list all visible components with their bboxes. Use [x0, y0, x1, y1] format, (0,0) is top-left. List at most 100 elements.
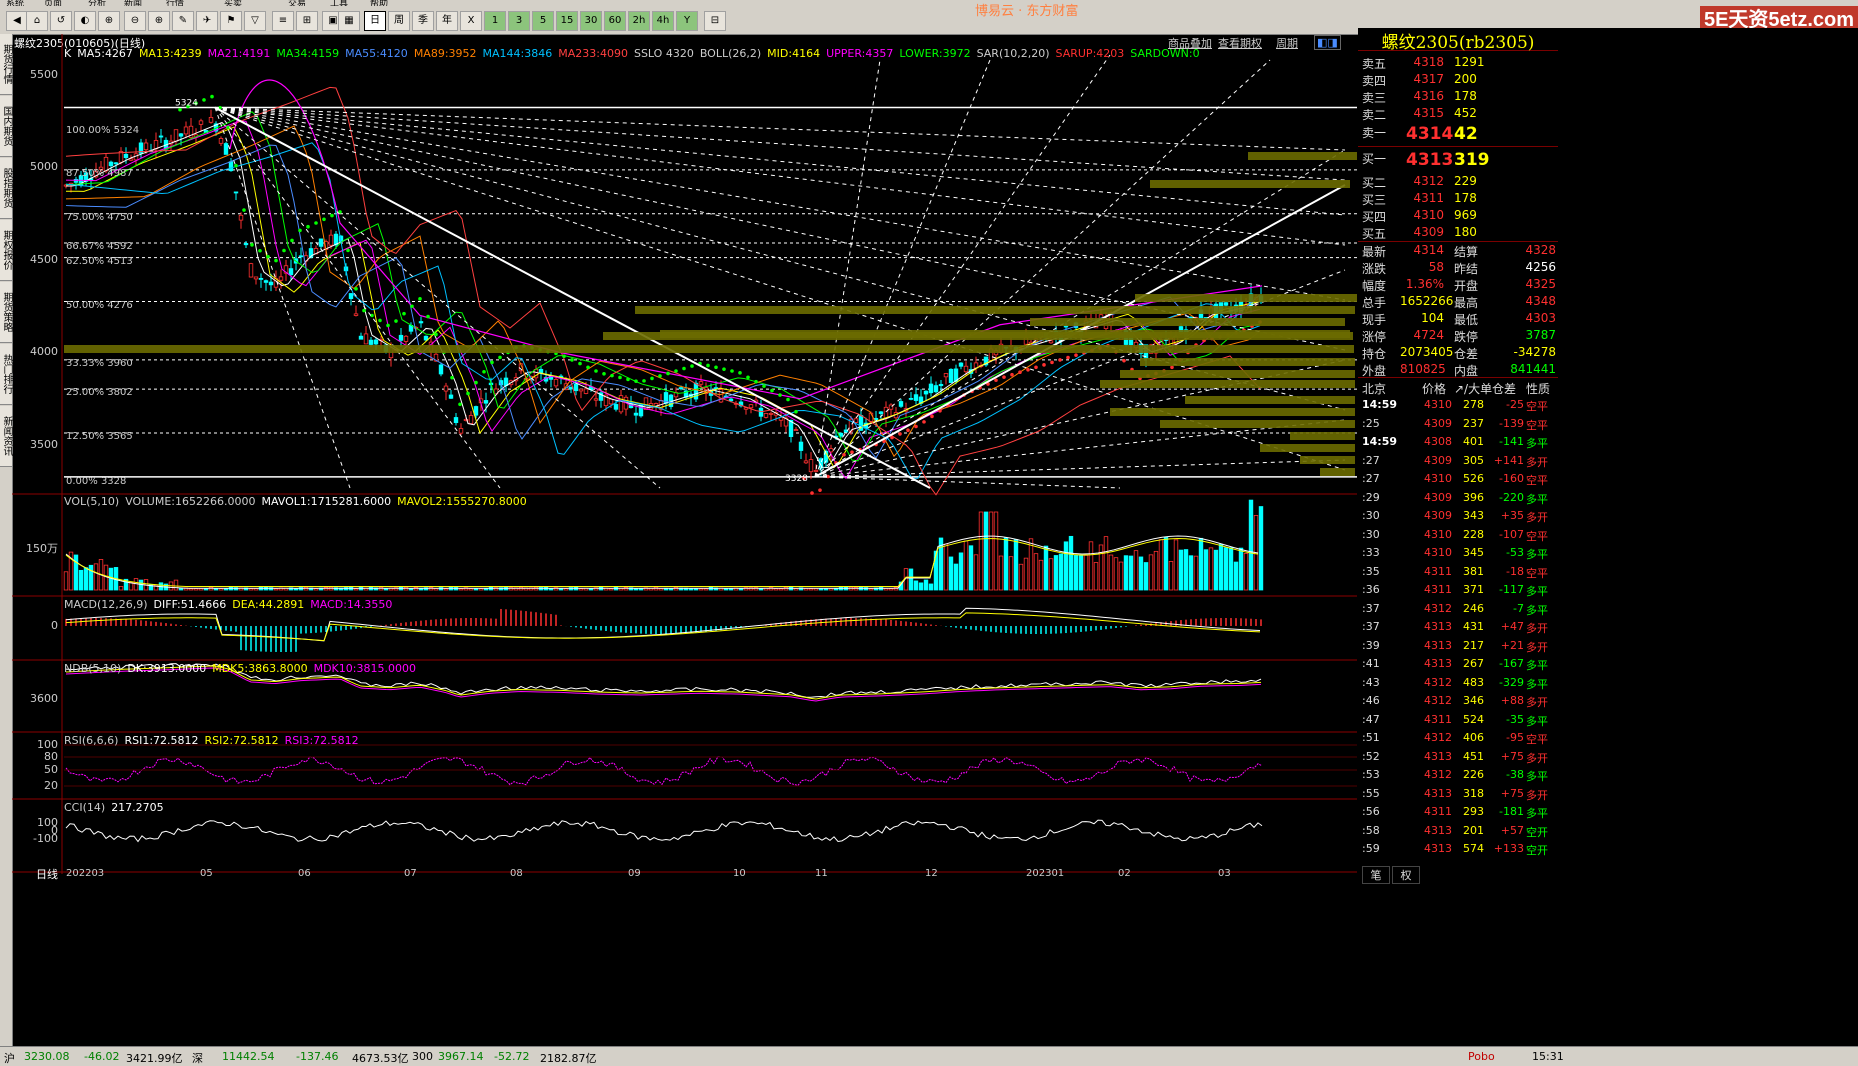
cci-axis-label: -100 — [33, 832, 58, 845]
candle-body — [183, 126, 189, 135]
ask-row[interactable]: 卖一 4314 42 — [1362, 124, 1556, 144]
left-tab-1[interactable]: 国内期货 — [0, 96, 12, 157]
sar-dot — [786, 397, 790, 402]
tab-rights[interactable]: 权 — [1392, 866, 1420, 884]
fib-level-label: 87.50% 4987 — [66, 168, 133, 179]
tab-ticks[interactable]: 笔 — [1362, 866, 1390, 884]
tick-row[interactable]: 14:59 4308 401 -141 多平 — [1362, 435, 1558, 453]
tick-row[interactable]: :37 4313 431 +47 多开 — [1362, 620, 1558, 638]
toolbar-btn-2[interactable]: ↺ — [50, 11, 72, 31]
candle-body — [423, 335, 429, 341]
toolbar-btn-27[interactable]: 4h — [652, 11, 674, 31]
tick-row[interactable]: :27 4310 526 -160 空平 — [1362, 472, 1558, 490]
stat-value: 3787 — [1525, 328, 1556, 342]
tick-row[interactable]: :51 4312 406 -95 空平 — [1362, 731, 1558, 749]
tick-row[interactable]: 14:59 4310 278 -25 空平 — [1362, 398, 1558, 416]
bid-row[interactable]: 买三 4311 178 — [1362, 191, 1556, 208]
toolbar-btn-10[interactable]: ▽ — [244, 11, 266, 31]
tick-row[interactable]: :46 4312 346 +88 多开 — [1362, 694, 1558, 712]
tick-row[interactable]: :47 4311 524 -35 多平 — [1362, 713, 1558, 731]
toolbar-btn-6[interactable]: ⊕ — [148, 11, 170, 31]
tick-row[interactable]: :53 4312 226 -38 多平 — [1362, 768, 1558, 786]
toolbar-btn-3[interactable]: ◐ — [74, 11, 96, 31]
status-item: 3967.14 — [438, 1050, 484, 1063]
tick-oi-change: -53 — [1506, 546, 1524, 559]
volume-bar — [1193, 555, 1199, 591]
toolbar-btn-19[interactable]: Ⅹ — [460, 11, 482, 31]
tick-row[interactable]: :30 4310 228 -107 空平 — [1362, 528, 1558, 546]
tick-row[interactable]: :35 4311 381 -18 空平 — [1362, 565, 1558, 583]
volume-bar — [1003, 537, 1009, 591]
toolbar-btn-20[interactable]: 1 — [484, 11, 506, 31]
candle-body — [348, 293, 354, 299]
toolbar-btn-8[interactable]: ✈ — [196, 11, 218, 31]
toolbar-btn-25[interactable]: 60 — [604, 11, 626, 31]
tick-row[interactable]: :27 4309 305 +141 多开 — [1362, 454, 1558, 472]
x-axis-label: 05 — [200, 868, 213, 879]
volume-bar — [218, 588, 224, 591]
tick-row[interactable]: :37 4312 246 -7 多平 — [1362, 602, 1558, 620]
toolbar-btn-26[interactable]: 2h — [628, 11, 650, 31]
ask-row[interactable]: 卖三 4316 178 — [1362, 89, 1556, 106]
tick-row[interactable]: :25 4309 237 -139 空平 — [1362, 417, 1558, 435]
toolbar-btn-15[interactable]: 日 — [364, 11, 386, 31]
bid-row[interactable]: 买五 4309 180 — [1362, 225, 1556, 242]
toolbar-btn-21[interactable]: 3 — [508, 11, 530, 31]
toolbar-btn-5[interactable]: ⊖ — [124, 11, 146, 31]
tick-row[interactable]: :39 4313 217 +21 多开 — [1362, 639, 1558, 657]
left-tab-3[interactable]: 期权报价 — [0, 220, 12, 281]
tick-oi-change: +57 — [1500, 823, 1524, 837]
toolbar-btn-4[interactable]: ⊕ — [98, 11, 120, 31]
toolbar-btn-14[interactable]: ▦ — [338, 11, 360, 31]
tick-row[interactable]: :58 4313 201 +57 空开 — [1362, 824, 1558, 842]
tick-row[interactable]: :36 4311 371 -117 多平 — [1362, 583, 1558, 601]
toolbar-btn-1[interactable]: ⌂ — [26, 11, 48, 31]
toolbar-btn-9[interactable]: ⚑ — [220, 11, 242, 31]
toolbar-btn-24[interactable]: 30 — [580, 11, 602, 31]
tick-row[interactable]: :30 4309 343 +35 多开 — [1362, 509, 1558, 527]
tick-row[interactable]: :52 4313 451 +75 多开 — [1362, 750, 1558, 768]
toolbar-btn-16[interactable]: 周 — [388, 11, 410, 31]
sar-dot — [914, 424, 918, 429]
volume-bar — [588, 588, 594, 591]
ask-row[interactable]: 卖二 4315 452 — [1362, 106, 1556, 123]
left-tab-6[interactable]: 新闻资讯 — [0, 406, 12, 467]
tick-row[interactable]: :56 4311 293 -181 多平 — [1362, 805, 1558, 823]
toolbar-btn-17[interactable]: 季 — [412, 11, 434, 31]
tick-row[interactable]: :29 4309 396 -220 多平 — [1362, 491, 1558, 509]
tick-time: :25 — [1362, 416, 1380, 430]
left-tab-0[interactable]: 期货行情 — [0, 34, 12, 95]
toolbar-btn-7[interactable]: ✎ — [172, 11, 194, 31]
left-tab-4[interactable]: 期货策略 — [0, 282, 12, 343]
tick-volume: 226 — [1463, 768, 1484, 781]
toolbar-btn-0[interactable]: ◀ — [6, 11, 28, 31]
sar-dot — [778, 393, 782, 397]
bid-row[interactable]: 买一 4313 319 — [1362, 150, 1556, 170]
toolbar-btn-18[interactable]: 年 — [436, 11, 458, 31]
tick-row[interactable]: :43 4312 483 -329 多平 — [1362, 676, 1558, 694]
tick-row[interactable]: :59 4313 574 +133 空开 — [1362, 842, 1558, 860]
bid-row[interactable]: 买四 4310 969 — [1362, 208, 1556, 225]
tick-nature: 多平 — [1526, 677, 1548, 691]
candle-body — [943, 373, 949, 378]
sar-dot — [474, 380, 478, 385]
status-item: -46.02 — [84, 1050, 120, 1063]
status-item: -137.46 — [296, 1050, 339, 1063]
tick-row[interactable]: :41 4313 267 -167 多平 — [1362, 657, 1558, 675]
sar-dot — [450, 375, 454, 380]
toolbar-btn-22[interactable]: 5 — [532, 11, 554, 31]
toolbar-btn-29[interactable]: ⊟ — [704, 11, 726, 31]
status-item: 15:31 — [1532, 1050, 1564, 1063]
toolbar-btn-12[interactable]: ⊞ — [296, 11, 318, 31]
sar-dot — [354, 287, 358, 291]
tick-row[interactable]: :33 4310 345 -53 多平 — [1362, 546, 1558, 564]
kline-chart[interactable]: 5324 3328 — [12, 34, 1357, 1046]
bid-row[interactable]: 买二 4312 229 — [1362, 174, 1556, 191]
tick-nature: 多平 — [1526, 659, 1548, 672]
ask-row[interactable]: 卖五 4318 1291 — [1362, 55, 1556, 72]
toolbar-btn-28[interactable]: Y — [676, 11, 698, 31]
ask-row[interactable]: 卖四 4317 200 — [1362, 72, 1556, 89]
toolbar-btn-23[interactable]: 15 — [556, 11, 578, 31]
tick-row[interactable]: :55 4313 318 +75 多开 — [1362, 787, 1558, 805]
toolbar-btn-11[interactable]: ≡ — [272, 11, 294, 31]
